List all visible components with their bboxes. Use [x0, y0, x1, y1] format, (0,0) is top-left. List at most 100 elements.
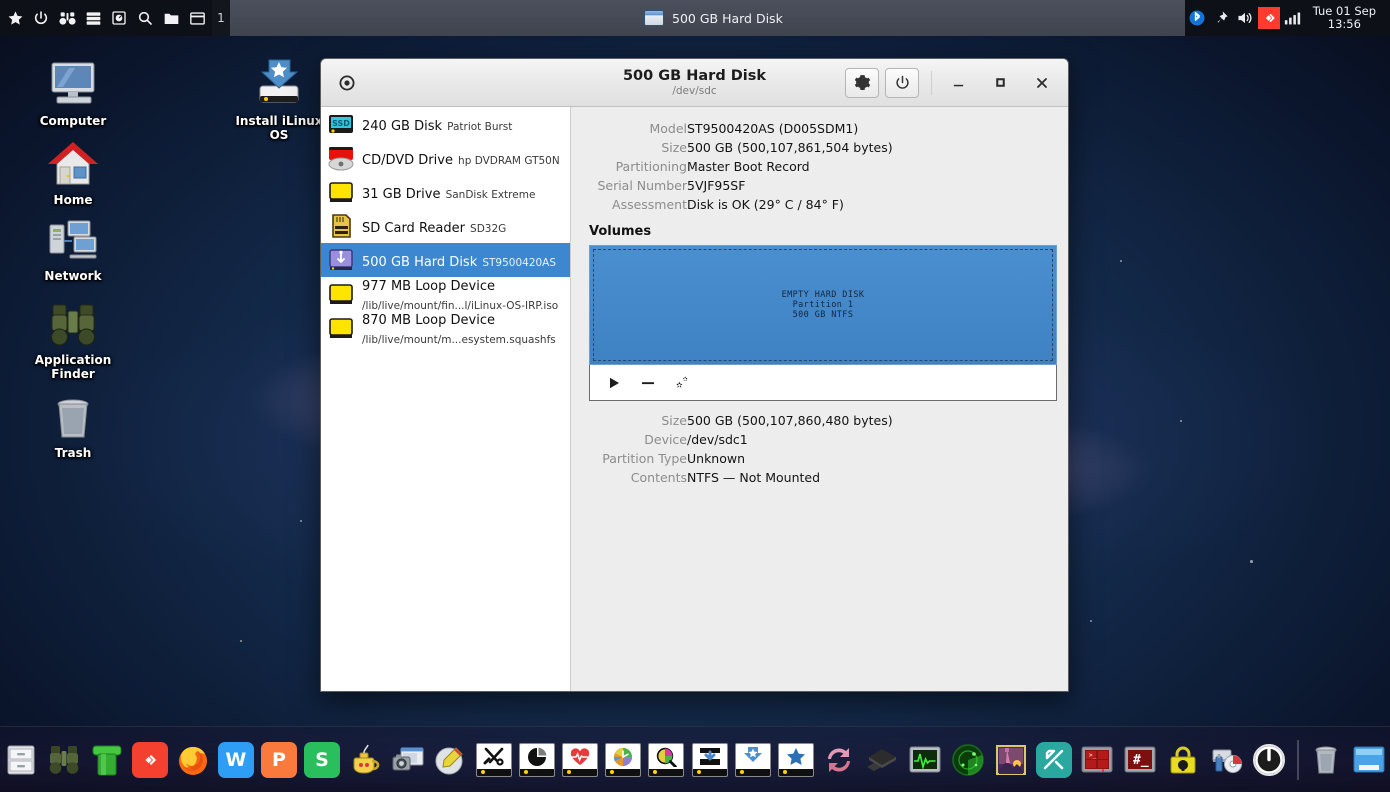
search-icon[interactable]: [132, 3, 158, 33]
desktop-icon-home[interactable]: Home: [18, 137, 128, 207]
minimize-button[interactable]: [940, 68, 976, 98]
device-list-item[interactable]: CD/DVD Drive hp DVDRAM GT50N: [321, 141, 570, 175]
dock-genie[interactable]: [345, 739, 386, 781]
device-title: SD Card Reader: [362, 220, 465, 236]
dock-gparted[interactable]: [1034, 739, 1075, 781]
dock-firefox[interactable]: [172, 739, 213, 781]
dock-settings-tools[interactable]: [474, 739, 515, 781]
folder-icon[interactable]: [158, 3, 184, 33]
partition-bar[interactable]: EMPTY HARD DISK Partition 1 500 GB NTFS: [589, 245, 1057, 365]
clock[interactable]: Tue 01 Sep 13:56: [1305, 5, 1384, 31]
dock-trash[interactable]: [1306, 739, 1347, 781]
property-value: Master Boot Record: [687, 159, 810, 174]
bluetooth-icon[interactable]: [1185, 0, 1209, 36]
sd-card-icon: [327, 212, 355, 240]
top-panel: 1 500 GB Hard Disk Tue 01 Sep 13:56: [0, 0, 1390, 36]
dock-disk-analyzer[interactable]: [603, 739, 644, 781]
window-titlebar[interactable]: 500 GB Hard Disk /dev/sdc: [321, 59, 1068, 107]
dock-terminal-red[interactable]: >_: [1077, 739, 1118, 781]
dock-green-pipe[interactable]: [86, 739, 127, 781]
power-off-drive-button[interactable]: [885, 67, 919, 98]
power-icon[interactable]: [28, 3, 54, 33]
heart-icon: [562, 742, 599, 777]
binoculars-icon: [18, 297, 128, 349]
dock-disk-inspector[interactable]: [646, 739, 687, 781]
star-menu-icon[interactable]: [2, 3, 28, 33]
dock-shutdown[interactable]: [1249, 739, 1290, 781]
dock-wps-spreadsheet[interactable]: S: [301, 739, 342, 781]
dock-downloader[interactable]: [689, 739, 730, 781]
wps-presentation-icon: P: [260, 741, 297, 778]
dock-usb-creator[interactable]: [1206, 739, 1247, 781]
network-icon: [18, 213, 128, 265]
mount-volume-button[interactable]: [600, 370, 628, 396]
dock-sync[interactable]: [818, 739, 859, 781]
close-button[interactable]: [1024, 68, 1060, 98]
dock-favorites[interactable]: [775, 739, 816, 781]
property-key: Serial Number: [597, 178, 687, 193]
dock-system-monitor[interactable]: [904, 739, 945, 781]
dock-anydesk[interactable]: [129, 739, 170, 781]
device-list-item[interactable]: SD Card Reader SD32G: [321, 209, 570, 243]
device-subtitle: ST9500420AS: [482, 256, 557, 269]
property-row: Model ST9500420AS (D005SDM1): [571, 119, 893, 138]
dock: W P S >_ #_: [0, 726, 1390, 792]
workspace-indicator[interactable]: 1: [212, 0, 230, 36]
window-task-list: 500 GB Hard Disk: [230, 0, 1185, 36]
property-key: Partitioning: [615, 159, 687, 174]
binoculars-icon[interactable]: [54, 3, 80, 33]
window-thumbnail-icon: [644, 10, 664, 26]
dock-screenshot[interactable]: [388, 739, 429, 781]
property-value: Disk is OK (29° C / 84° F): [687, 197, 844, 212]
drive-options-button[interactable]: [845, 67, 879, 98]
desktop-icon-label: Network: [44, 269, 102, 283]
desktop-icon-network[interactable]: Network: [18, 213, 128, 283]
svg-text:#_: #_: [1133, 753, 1149, 768]
volumes-widget: EMPTY HARD DISK Partition 1 500 GB NTFS: [589, 245, 1057, 401]
property-key: Partition Type: [602, 451, 687, 466]
dock-image-viewer[interactable]: [990, 739, 1031, 781]
dock-file-manager[interactable]: [0, 739, 41, 781]
desktop-icon-computer[interactable]: Computer: [18, 58, 128, 128]
dock-root-terminal[interactable]: #_: [1120, 739, 1161, 781]
dock-radar[interactable]: [947, 739, 988, 781]
device-list-item[interactable]: SSD 240 GB Disk Patriot Burst: [321, 107, 570, 141]
maximize-button[interactable]: [982, 68, 1018, 98]
dock-system-health[interactable]: [560, 739, 601, 781]
desktop-icon-application-finder[interactable]: Application Finder: [18, 297, 128, 381]
dock-disk-usage[interactable]: [517, 739, 558, 781]
delete-partition-button[interactable]: [634, 370, 662, 396]
dock-show-desktop[interactable]: [1349, 739, 1390, 781]
pin-icon[interactable]: [1209, 0, 1233, 36]
device-list-item[interactable]: 870 MB Loop Device /lib/live/mount/m...e…: [321, 311, 570, 346]
titlebar-actions: [845, 67, 1060, 98]
desktop-icon-trash[interactable]: Trash: [18, 390, 128, 460]
drive-properties-table: Model ST9500420AS (D005SDM1) Size 500 GB…: [571, 119, 893, 214]
device-list-item[interactable]: 977 MB Loop Device /lib/live/mount/fin..…: [321, 277, 570, 312]
partition-number: Partition 1: [792, 300, 854, 310]
device-subtitle: /lib/live/mount/m...esystem.squashfs: [362, 334, 556, 346]
anydesk-icon[interactable]: [1257, 0, 1281, 36]
dock-password-manager[interactable]: [1163, 739, 1204, 781]
task-button-disks[interactable]: 500 GB Hard Disk: [634, 3, 793, 33]
property-value: NTFS — Not Mounted: [687, 470, 821, 485]
device-list-item-selected[interactable]: 500 GB Hard Disk ST9500420AS: [321, 243, 570, 277]
network-signal-icon[interactable]: [1281, 0, 1305, 36]
device-subtitle: hp DVDRAM GT50N: [458, 154, 560, 167]
dock-installer[interactable]: [732, 739, 773, 781]
server-icon[interactable]: [80, 3, 106, 33]
usb-drive-icon: [327, 178, 355, 206]
volume-icon[interactable]: [1233, 0, 1257, 36]
dock-wps-presentation[interactable]: P: [258, 739, 299, 781]
desktop-icon-install-ilinux-os[interactable]: Install iLinux OS: [224, 58, 334, 142]
dock-wps-writer[interactable]: W: [215, 739, 256, 781]
dock-application-finder[interactable]: [43, 739, 84, 781]
volume-options-button[interactable]: [668, 370, 696, 396]
dock-archive[interactable]: [861, 739, 902, 781]
volume-properties-table: Size 500 GB (500,107,860,480 bytes) Devi…: [571, 411, 892, 487]
dock-disc-writer[interactable]: [431, 739, 472, 781]
desktop-icon-label: Install iLinux OS: [235, 114, 323, 142]
disk-monitor-icon[interactable]: [106, 3, 132, 33]
device-list-item[interactable]: 31 GB Drive SanDisk Extreme: [321, 175, 570, 209]
terminal-icon[interactable]: [184, 3, 210, 33]
